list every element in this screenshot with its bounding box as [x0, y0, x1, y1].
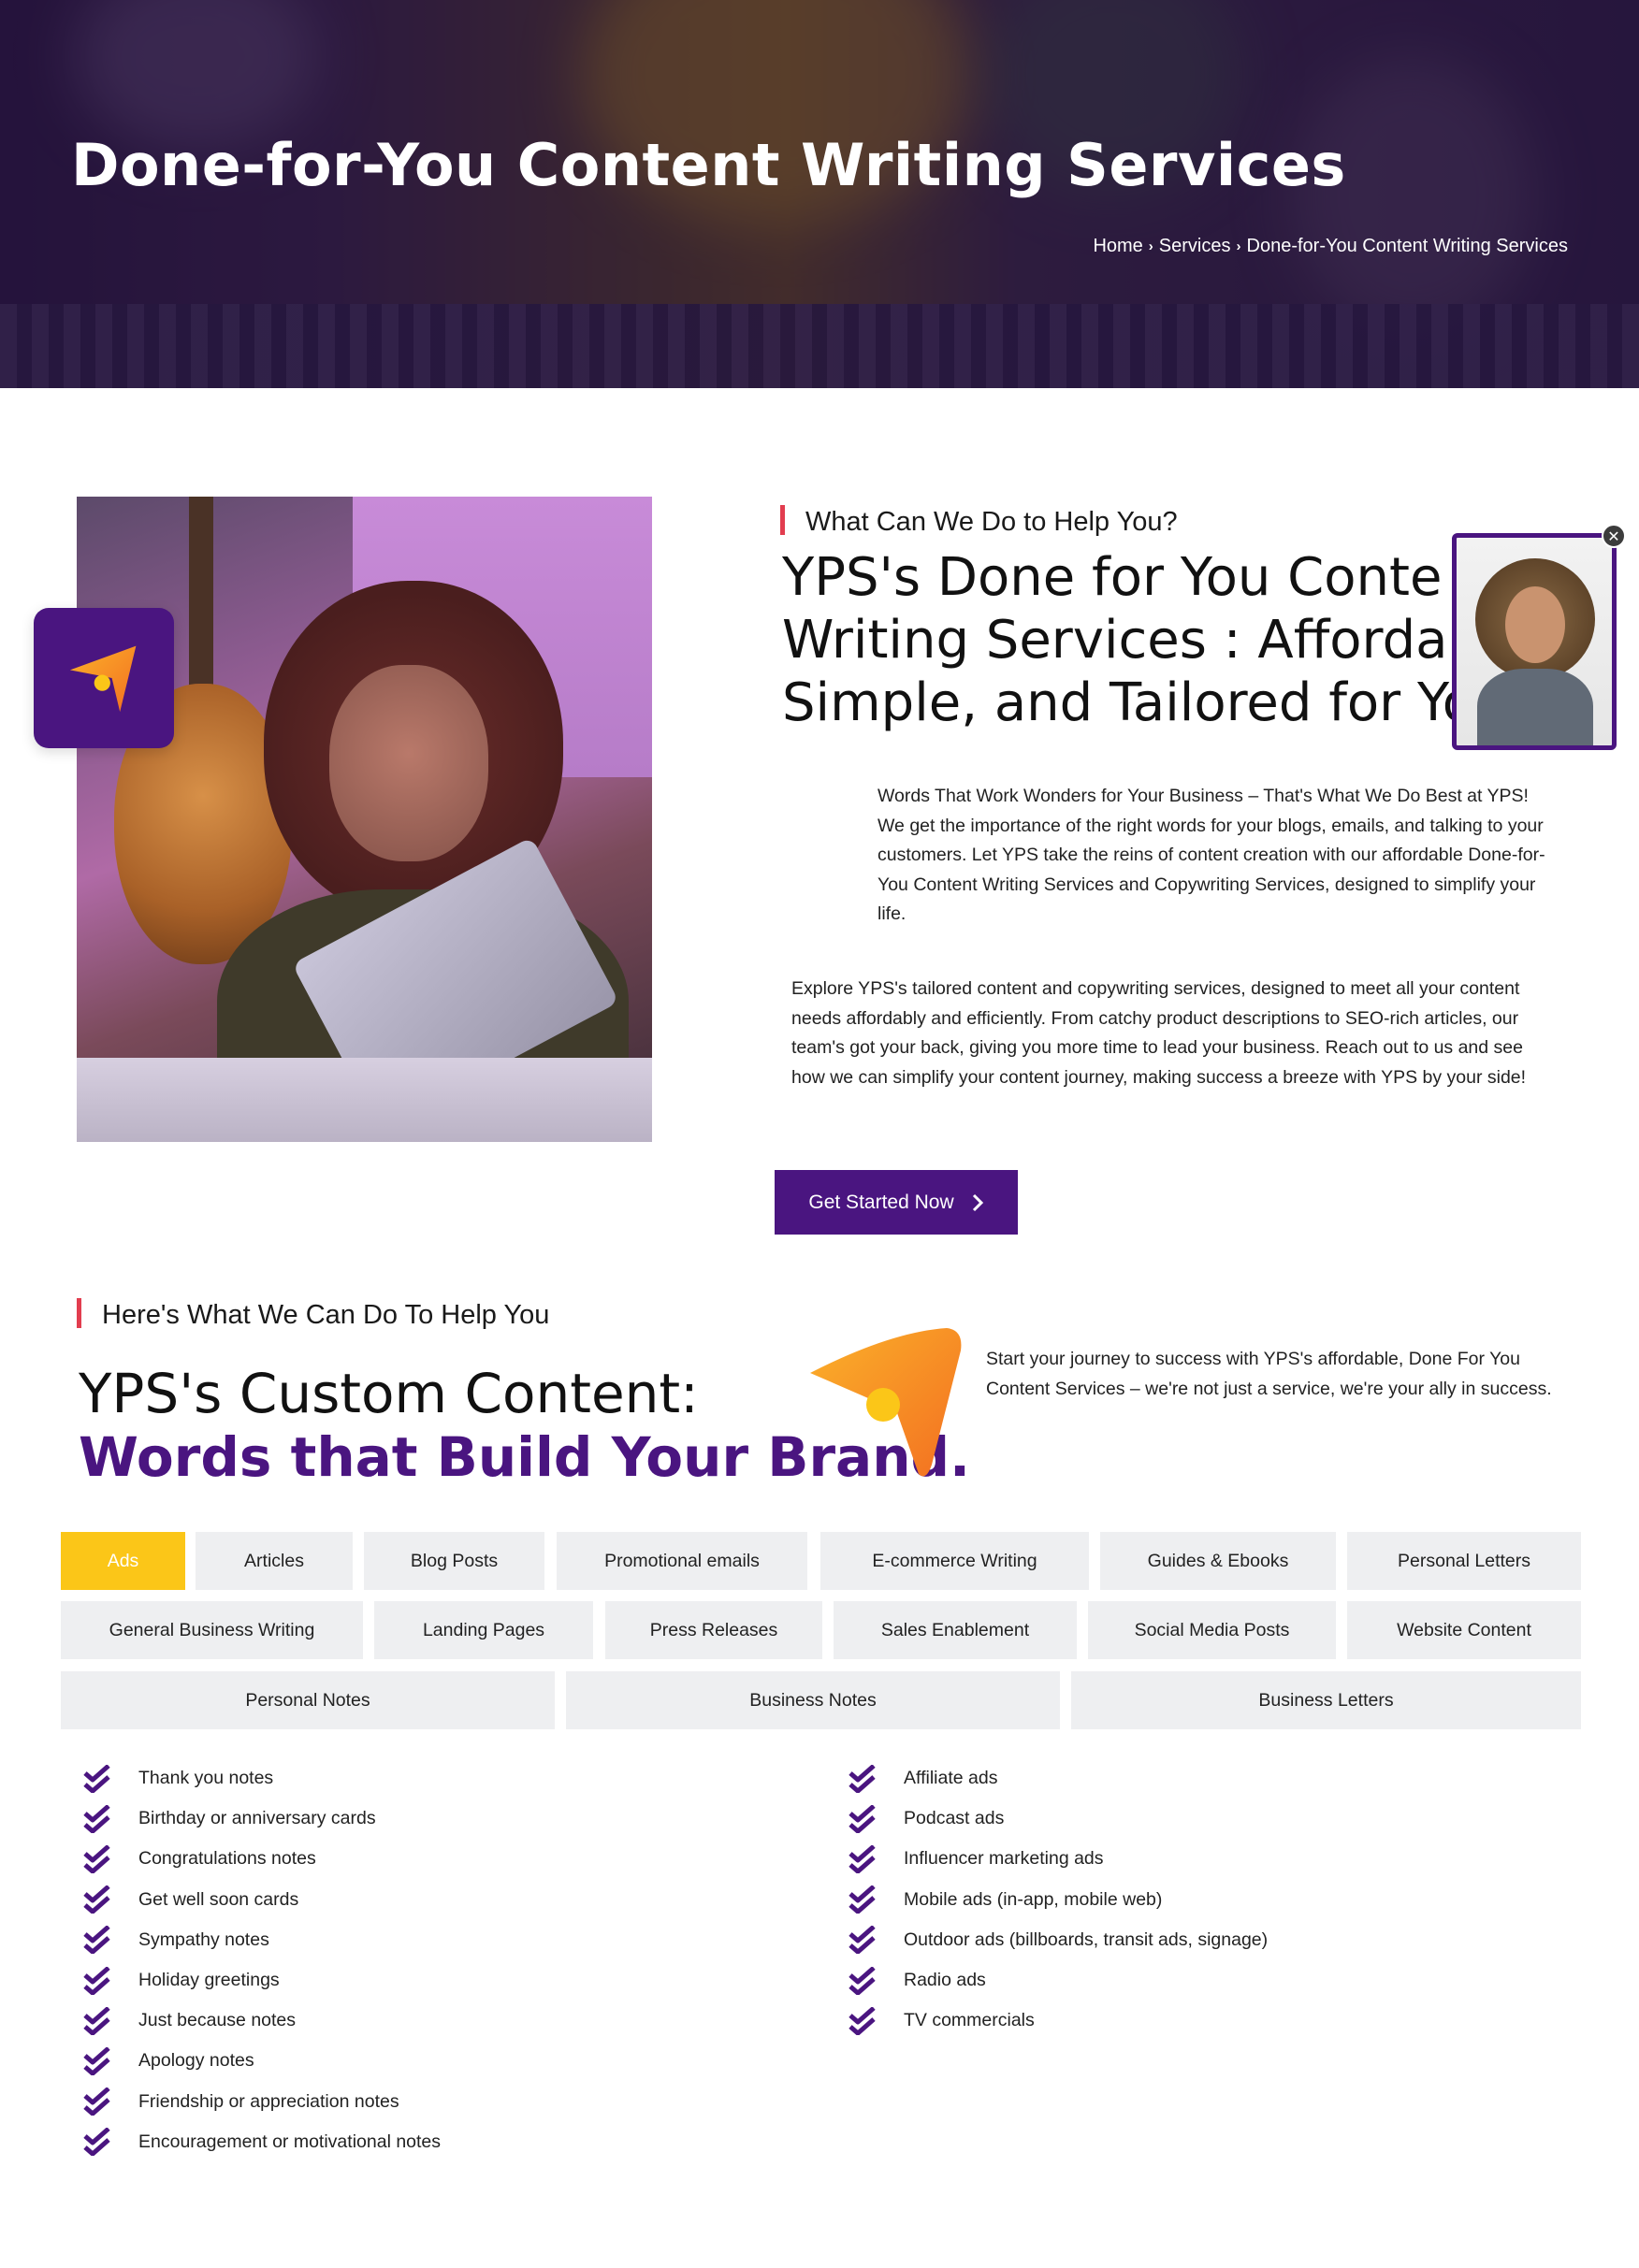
get-started-button[interactable]: Get Started Now: [775, 1170, 1018, 1235]
list-item-label: Sympathy notes: [138, 1929, 269, 1950]
breadcrumb-home-link[interactable]: Home: [1093, 236, 1142, 257]
list-item: Affiliate ads: [848, 1758, 1268, 1799]
breadcrumb-current: Done-for-You Content Writing Services: [1246, 236, 1569, 256]
tab-guides-ebooks[interactable]: Guides & Ebooks: [1100, 1532, 1336, 1590]
double-check-icon: [82, 2128, 112, 2157]
hero-banner: Done-for-You Content Writing Services Ho…: [0, 0, 1639, 388]
double-check-icon: [82, 2006, 112, 2035]
intro-paragraph-1: Words That Work Wonders for Your Busines…: [878, 786, 1545, 924]
list-item: Sympathy notes: [82, 1920, 441, 1960]
list-item-label: Thank you notes: [138, 1768, 274, 1789]
tab-blog-posts[interactable]: Blog Posts: [364, 1532, 544, 1590]
list-item: Just because notes: [82, 2001, 441, 2041]
tab-press-releases[interactable]: Press Releases: [605, 1601, 822, 1659]
tab-business-notes[interactable]: Business Notes: [566, 1671, 1060, 1729]
tab-promotional-emails[interactable]: Promotional emails: [557, 1532, 807, 1590]
double-check-icon: [848, 2006, 878, 2035]
list-item: Congratulations notes: [82, 1839, 441, 1879]
list-item: Friendship or appreciation notes: [82, 2082, 441, 2122]
list-item: Encouragement or motivational notes: [82, 2122, 441, 2162]
get-started-label: Get Started Now: [808, 1191, 954, 1213]
ads-list: Affiliate ads Podcast ads Influencer marke…: [848, 1758, 1268, 2041]
tab-sales-enablement[interactable]: Sales Enablement: [834, 1601, 1077, 1659]
tab-landing-pages[interactable]: Landing Pages: [374, 1601, 593, 1659]
list-item: Birthday or anniversary cards: [82, 1799, 441, 1839]
list-item: Radio ads: [848, 1960, 1268, 2001]
list-item-label: Apology notes: [138, 2050, 254, 2072]
list-item-label: Encouragement or motivational notes: [138, 2131, 442, 2152]
list-item: Podcast ads: [848, 1799, 1268, 1839]
woman-writing-photo: [77, 497, 652, 1142]
tab-ads[interactable]: Ads: [61, 1532, 185, 1590]
breadcrumb-separator-icon: ›: [1236, 238, 1241, 254]
tab-articles[interactable]: Articles: [196, 1532, 353, 1590]
list-item: Get well soon cards: [82, 1880, 441, 1920]
list-item: TV commercials: [848, 2001, 1268, 2041]
list-item-label: Friendship or appreciation notes: [138, 2090, 399, 2112]
services-eyebrow: Here's What We Can Do To Help You: [77, 1298, 550, 1331]
list-item-label: Congratulations notes: [138, 1848, 316, 1870]
double-check-icon: [848, 1764, 878, 1793]
list-item-label: Holiday greetings: [138, 1970, 280, 1991]
tab-ecommerce-writing[interactable]: E-commerce Writing: [820, 1532, 1089, 1590]
tab-personal-notes[interactable]: Personal Notes: [61, 1671, 555, 1729]
list-item: Influencer marketing ads: [848, 1839, 1268, 1879]
services-eyebrow-text: Here's What We Can Do To Help You: [102, 1300, 550, 1330]
list-item-label: Podcast ads: [904, 1808, 1005, 1829]
double-check-icon: [848, 1926, 878, 1955]
video-widget[interactable]: [1452, 533, 1617, 750]
double-check-icon: [848, 1844, 878, 1873]
double-check-icon: [82, 2087, 112, 2116]
list-item-label: Radio ads: [904, 1970, 986, 1991]
tab-website-content[interactable]: Website Content: [1347, 1601, 1581, 1659]
double-check-icon: [82, 1966, 112, 1995]
tab-general-business-writing[interactable]: General Business Writing: [61, 1601, 363, 1659]
double-check-icon: [82, 1764, 112, 1793]
tab-personal-letters[interactable]: Personal Letters: [1347, 1532, 1581, 1590]
list-item: Holiday greetings: [82, 1960, 441, 2001]
list-item: Thank you notes: [82, 1758, 441, 1799]
breadcrumb-separator-icon: ›: [1148, 238, 1153, 254]
eyebrow-accent-bar: [77, 1298, 81, 1329]
list-item: Mobile ads (in-app, mobile web): [848, 1880, 1268, 1920]
list-item-label: Affiliate ads: [904, 1768, 998, 1789]
video-close-icon[interactable]: ✕: [1602, 524, 1626, 548]
double-check-icon: [848, 1804, 878, 1833]
double-check-icon: [848, 1966, 878, 1995]
breadcrumb-services-link[interactable]: Services: [1159, 236, 1231, 257]
list-item-label: Influencer marketing ads: [904, 1848, 1104, 1870]
tab-social-media-posts[interactable]: Social Media Posts: [1088, 1601, 1336, 1659]
double-check-icon: [82, 1885, 112, 1914]
list-item-label: Get well soon cards: [138, 1888, 299, 1910]
intro-eyebrow-text: What Can We Do to Help You?: [805, 507, 1178, 537]
tab-business-letters[interactable]: Business Letters: [1071, 1671, 1581, 1729]
services-paragraph: Start your journey to success with YPS's…: [986, 1349, 1552, 1399]
list-item-label: TV commercials: [904, 2010, 1035, 2031]
chevron-right-icon: [972, 1193, 983, 1211]
double-check-icon: [82, 1804, 112, 1833]
intro-paragraph-2: Explore YPS's tailored content and copyw…: [791, 978, 1527, 1088]
double-check-icon: [848, 1885, 878, 1914]
eyebrow-accent-bar: [780, 505, 785, 536]
double-check-icon: [82, 1926, 112, 1955]
list-item: Outdoor ads (billboards, transit ads, si…: [848, 1920, 1268, 1960]
list-item: Apology notes: [82, 2041, 441, 2081]
list-item-label: Just because notes: [138, 2010, 297, 2031]
page-title: Done-for-You Content Writing Services: [71, 131, 1346, 199]
yps-logo-icon: [69, 645, 137, 713]
intro-eyebrow: What Can We Do to Help You?: [780, 505, 1178, 538]
breadcrumb: Home › Services › Done-for-You Content W…: [1093, 236, 1568, 257]
list-item-label: Mobile ads (in-app, mobile web): [904, 1888, 1163, 1910]
yps-large-logo-icon: [810, 1328, 962, 1477]
yps-logo-badge: [34, 608, 174, 748]
double-check-icon: [82, 2046, 112, 2075]
list-item-label: Birthday or anniversary cards: [138, 1808, 376, 1829]
double-check-icon: [82, 1844, 112, 1873]
list-item-label: Outdoor ads (billboards, transit ads, si…: [904, 1929, 1269, 1950]
personal-notes-list: Thank you notes Birthday or anniversary c…: [82, 1758, 441, 2162]
